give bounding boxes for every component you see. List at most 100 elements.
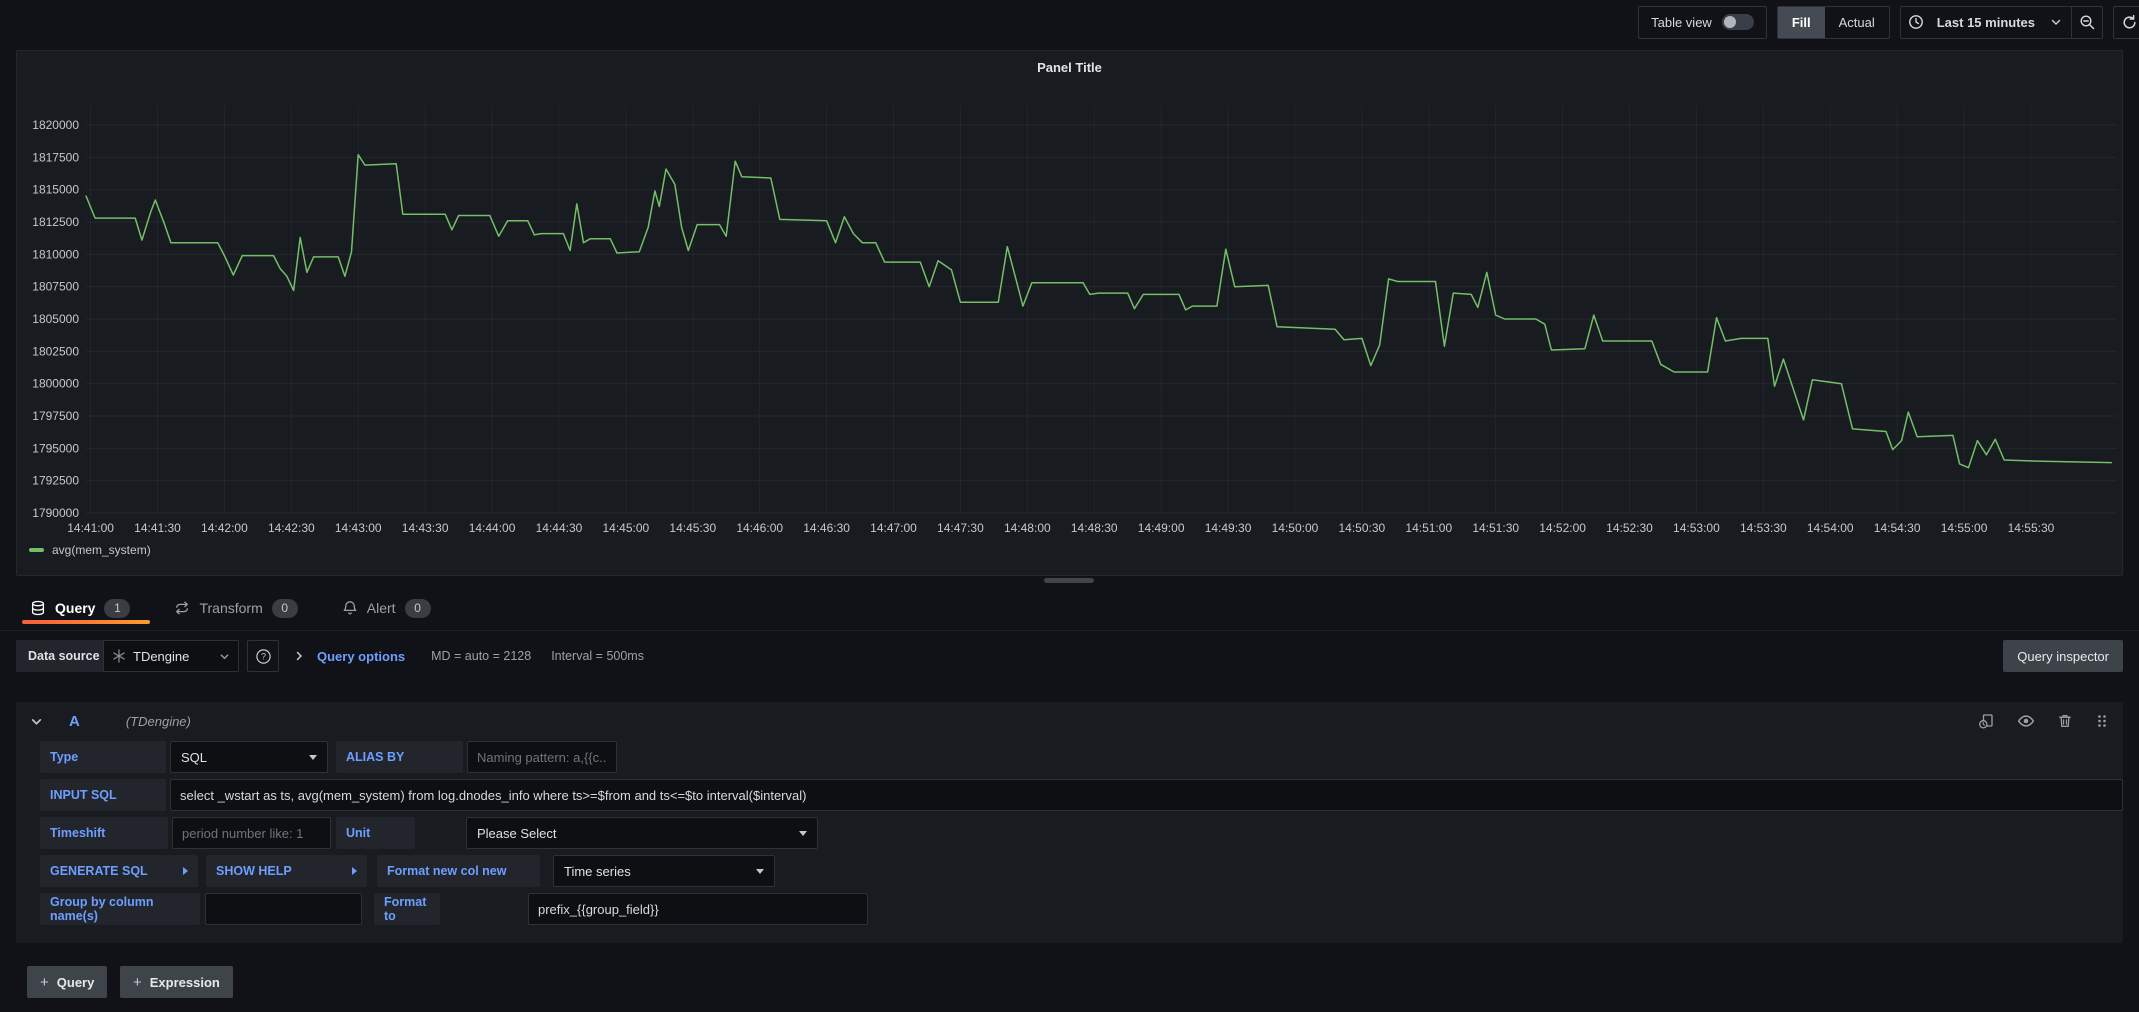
duplicate-query-button[interactable] [1978, 713, 1995, 730]
hide-query-button[interactable] [2017, 712, 2035, 730]
legend-item[interactable]: avg(mem_system) [29, 543, 151, 557]
format-to-input[interactable] [528, 893, 868, 925]
add-query-label: Query [57, 975, 95, 990]
svg-text:1790000: 1790000 [32, 506, 79, 520]
bell-icon [342, 600, 358, 616]
legend-series-marker [29, 548, 44, 552]
timeshift-input[interactable] [172, 817, 331, 849]
svg-text:1820000: 1820000 [32, 118, 79, 132]
add-expression-button[interactable]: + Expression [120, 966, 233, 998]
svg-text:14:44:30: 14:44:30 [536, 521, 583, 535]
svg-text:14:43:00: 14:43:00 [335, 521, 382, 535]
question-circle-icon: ? [255, 648, 272, 665]
group-by-field [205, 893, 362, 925]
svg-text:14:46:00: 14:46:00 [736, 521, 783, 535]
unit-select[interactable]: Please Select [466, 817, 818, 849]
svg-text:14:45:00: 14:45:00 [603, 521, 650, 535]
table-view-label: Table view [1639, 15, 1720, 30]
query-options-toggle[interactable]: Query options MD = auto = 2128 Interval … [293, 640, 644, 672]
zoom-out-button[interactable] [2072, 7, 2102, 38]
datasource-help-button[interactable]: ? [247, 640, 279, 672]
alias-by-field [467, 741, 617, 773]
chart-plot-area[interactable]: 1790000179250017950001797500180000018025… [17, 51, 2124, 577]
collapse-chevron-icon [30, 715, 43, 728]
svg-text:14:49:00: 14:49:00 [1138, 521, 1185, 535]
query-inspector-button[interactable]: Query inspector [2003, 640, 2123, 672]
caret-down-icon [756, 869, 764, 874]
svg-text:14:49:30: 14:49:30 [1205, 521, 1252, 535]
delete-query-button[interactable] [2057, 713, 2073, 729]
tab-transform[interactable]: Transform 0 [174, 599, 297, 618]
table-view-group: Table view [1638, 6, 1767, 39]
group-by-label: Group by column name(s) [40, 893, 200, 925]
time-range-caret[interactable] [2041, 7, 2071, 38]
input-sql-input[interactable] [170, 779, 2123, 811]
svg-text:1792500: 1792500 [32, 474, 79, 488]
query-options-interval: Interval = 500ms [551, 649, 644, 663]
svg-text:14:43:30: 14:43:30 [402, 521, 449, 535]
panel-title[interactable]: Panel Title [17, 60, 2122, 75]
svg-text:14:53:30: 14:53:30 [1740, 521, 1787, 535]
datasource-picker[interactable]: TDengine [103, 640, 239, 672]
drag-query-handle[interactable] [2095, 713, 2109, 729]
actual-button[interactable]: Actual [1825, 7, 1889, 38]
format-label: Format new col new [377, 855, 540, 887]
svg-text:1800000: 1800000 [32, 377, 79, 391]
table-view-toggle[interactable] [1722, 14, 1754, 30]
time-range-group: Last 15 minutes [1900, 6, 2103, 39]
input-sql-field [170, 779, 2123, 811]
panel-resize-handle[interactable] [1044, 578, 1094, 583]
svg-text:14:53:00: 14:53:00 [1673, 521, 1720, 535]
format-to-field [528, 893, 868, 925]
add-query-button[interactable]: + Query [27, 966, 107, 998]
tdengine-logo-icon [112, 649, 126, 663]
trash-icon [2057, 713, 2073, 729]
unit-select-value: Please Select [477, 826, 557, 841]
svg-text:1807500: 1807500 [32, 280, 79, 294]
svg-text:14:51:00: 14:51:00 [1405, 521, 1452, 535]
time-range-button[interactable] [1901, 7, 1931, 38]
tab-alert[interactable]: Alert 0 [342, 599, 431, 618]
svg-text:1812500: 1812500 [32, 215, 79, 229]
active-tab-underline [22, 620, 150, 624]
alias-by-input[interactable] [467, 741, 617, 773]
query-row-header[interactable]: A (TDengine) [16, 702, 2123, 740]
generate-sql-label: GENERATE SQL [50, 864, 148, 878]
arrow-right-icon [352, 867, 357, 875]
refresh-icon [2121, 14, 2138, 31]
top-toolbar: Table view Fill Actual Last 15 minutes [0, 0, 2139, 44]
time-range-label[interactable]: Last 15 minutes [1931, 15, 2041, 30]
dot-grid-icon [2095, 713, 2109, 729]
timeseries-panel: 1790000179250017950001797500180000018025… [16, 50, 2123, 576]
caret-down-icon [309, 755, 317, 760]
svg-text:1817500: 1817500 [32, 150, 79, 164]
svg-text:14:51:30: 14:51:30 [1472, 521, 1519, 535]
plus-icon: + [40, 975, 49, 990]
clock-icon [1908, 14, 1924, 30]
refresh-button[interactable] [2113, 6, 2139, 39]
fill-button[interactable]: Fill [1778, 7, 1825, 38]
svg-text:14:42:00: 14:42:00 [201, 521, 248, 535]
svg-text:1810000: 1810000 [32, 247, 79, 261]
type-select-value: SQL [181, 750, 207, 765]
svg-text:14:42:30: 14:42:30 [268, 521, 315, 535]
svg-text:14:47:00: 14:47:00 [870, 521, 917, 535]
tab-query[interactable]: Query 1 [30, 599, 130, 618]
generate-sql-button[interactable]: GENERATE SQL [40, 855, 198, 887]
query-ref-id: A [69, 713, 80, 730]
type-select[interactable]: SQL [170, 741, 328, 773]
format-select[interactable]: Time series [553, 855, 775, 887]
database-icon [30, 600, 46, 616]
chevron-down-icon [2050, 16, 2062, 28]
input-sql-label: INPUT SQL [40, 779, 166, 811]
datasource-name: TDengine [133, 649, 212, 664]
group-by-input[interactable] [205, 893, 362, 925]
copy-clock-icon [1978, 713, 1995, 730]
show-help-button[interactable]: SHOW HELP [206, 855, 367, 887]
svg-text:14:48:30: 14:48:30 [1071, 521, 1118, 535]
tab-transform-badge: 0 [272, 599, 298, 618]
svg-text:14:45:30: 14:45:30 [669, 521, 716, 535]
svg-text:14:52:30: 14:52:30 [1606, 521, 1653, 535]
query-options-label[interactable]: Query options [317, 649, 405, 664]
tabs-divider [0, 630, 2139, 631]
